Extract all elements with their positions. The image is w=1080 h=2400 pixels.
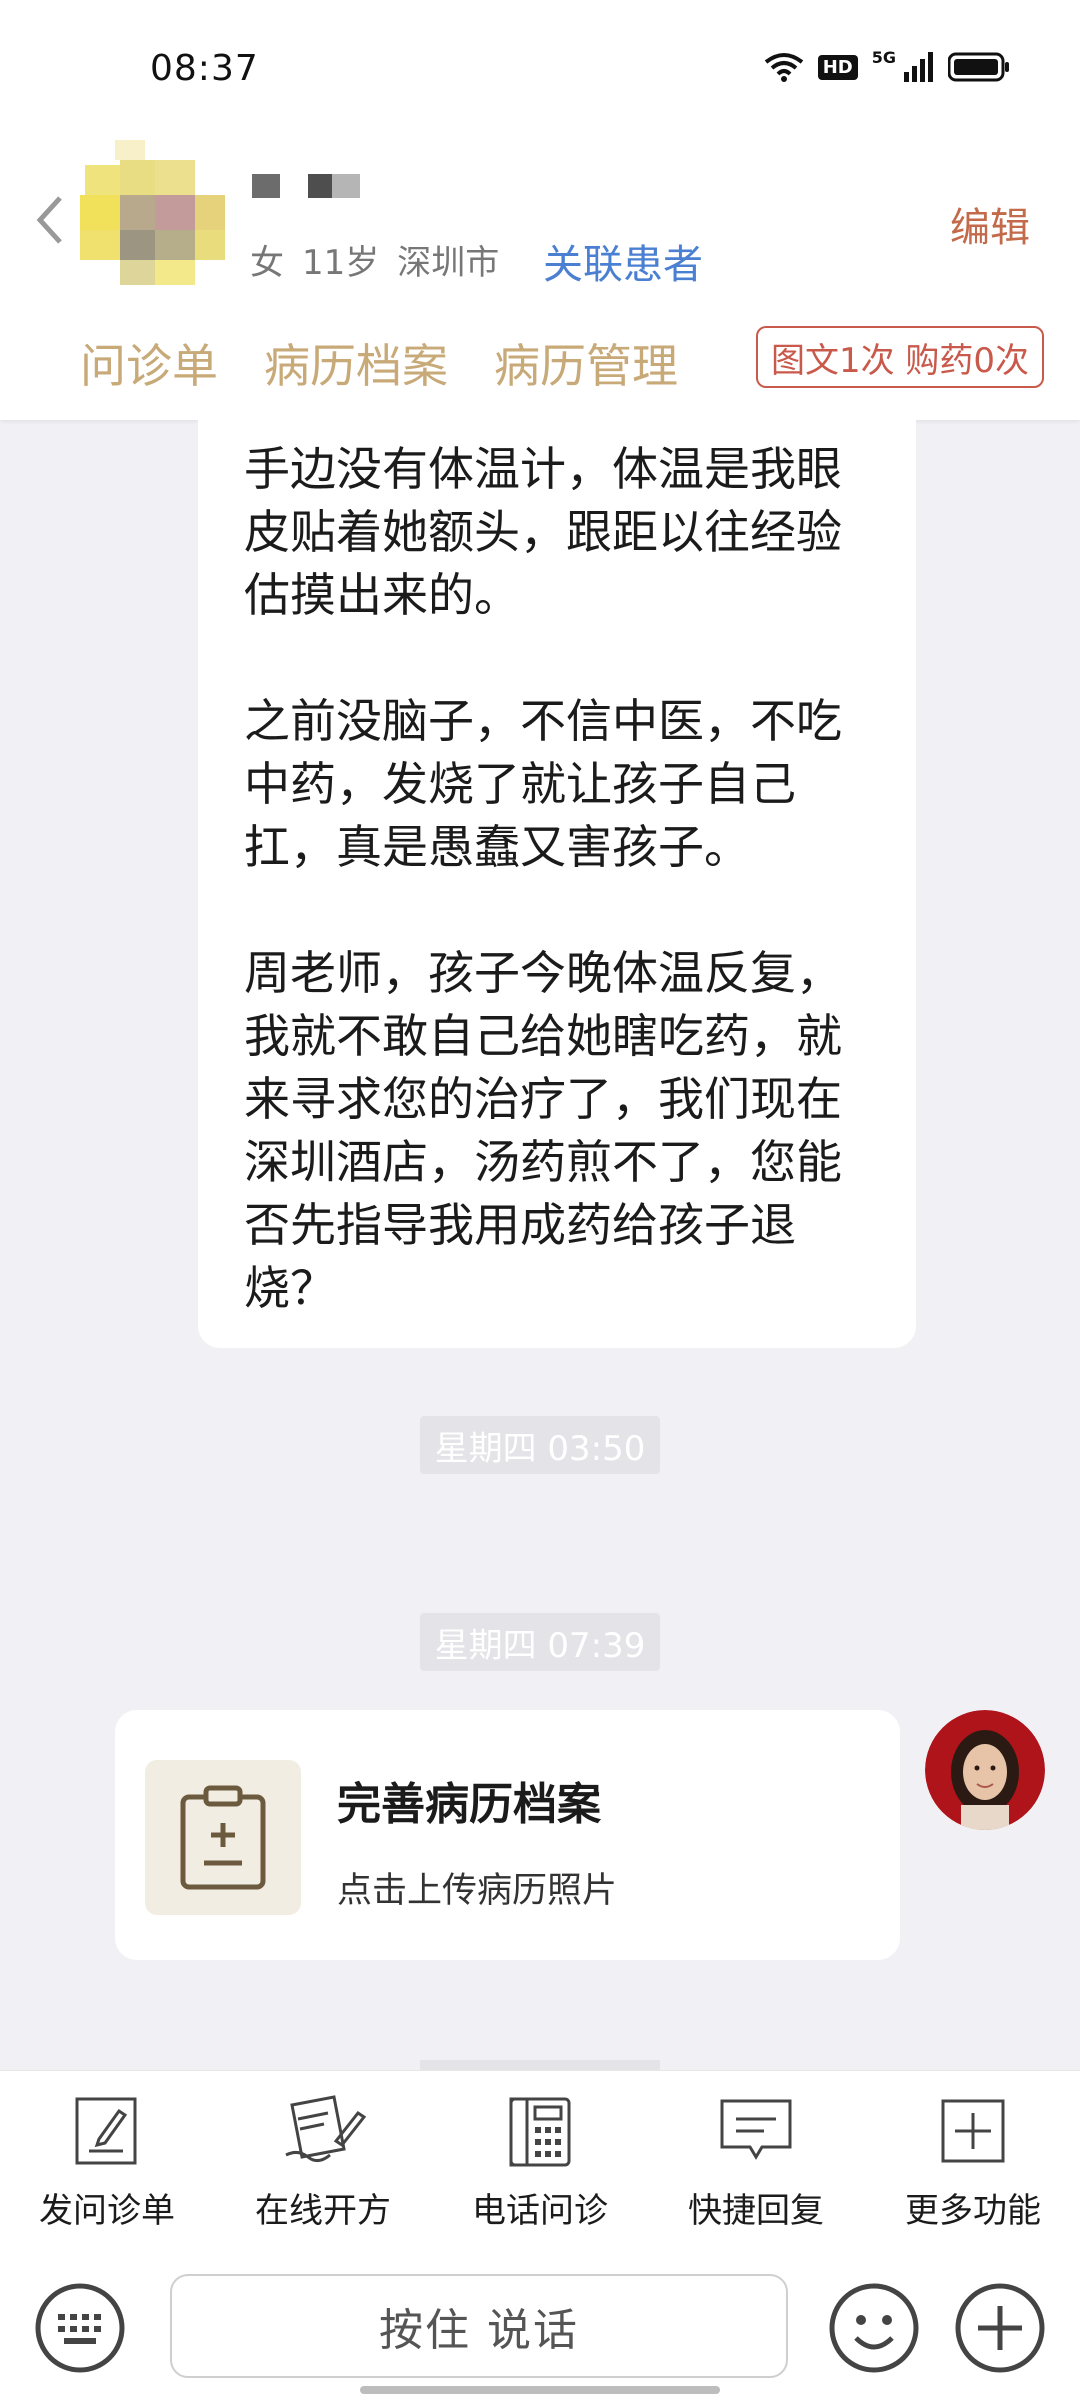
header-tabs: 问诊单 病历档案 病历管理 bbox=[80, 330, 678, 396]
form-pen-icon bbox=[75, 2097, 137, 2165]
tab-medical-records[interactable]: 病历档案 bbox=[264, 330, 448, 396]
message-paragraph: 之前没脑子，不信中医，不吃中药，发烧了就让孩子自己扛，真是愚蠢又害孩子。 bbox=[244, 694, 842, 874]
wifi-icon bbox=[764, 53, 803, 82]
keyboard-icon[interactable] bbox=[34, 2282, 126, 2374]
tool-label: 更多功能 bbox=[905, 2191, 1041, 2231]
card-icon-wrap bbox=[145, 1760, 301, 1915]
patient-name bbox=[252, 174, 360, 198]
network-type: 5G bbox=[871, 47, 896, 67]
card-subtitle: 点击上传病历照片 bbox=[337, 1871, 618, 1911]
patient-meta: 女 11岁 深圳市 bbox=[250, 235, 517, 284]
patient-gender: 女 bbox=[250, 243, 284, 283]
patient-age: 11岁 bbox=[302, 243, 380, 283]
patient-city: 深圳市 bbox=[397, 243, 500, 283]
status-time: 08:37 bbox=[150, 48, 259, 89]
message-paragraph: 周老师，孩子今晚体温反复，我就不敢自己给她瞎吃药，就来寻求您的治疗了，我们现在深… bbox=[244, 946, 842, 1315]
usage-badge[interactable]: 图文1次 购药0次 bbox=[756, 326, 1044, 388]
tool-label: 电话问诊 bbox=[472, 2191, 608, 2231]
phone-consultation-button[interactable]: 电话问诊 bbox=[460, 2093, 620, 2232]
edit-button[interactable]: 编辑 bbox=[950, 195, 1030, 253]
chat-header: 女 11岁 深圳市 关联患者 编辑 问诊单 病历档案 病历管理 图文1次 购药0次 bbox=[0, 140, 1080, 420]
signal-icon bbox=[904, 52, 933, 82]
quick-reply-icon bbox=[720, 2099, 792, 2160]
tab-consultation-form[interactable]: 问诊单 bbox=[80, 330, 218, 396]
quick-reply-button[interactable]: 快捷回复 bbox=[676, 2093, 836, 2232]
tool-label: 发问诊单 bbox=[39, 2191, 175, 2231]
clipboard-plus-icon bbox=[180, 1785, 266, 1890]
card-title: 完善病历档案 bbox=[337, 1779, 601, 1830]
tab-record-management[interactable]: 病历管理 bbox=[494, 330, 678, 396]
doctor-avatar[interactable] bbox=[925, 1710, 1045, 1830]
link-patient-button[interactable]: 关联患者 bbox=[543, 232, 703, 290]
input-bar: 按住 说话 bbox=[0, 2250, 1080, 2400]
more-plus-icon bbox=[941, 2099, 1005, 2163]
patient-avatar[interactable] bbox=[80, 140, 230, 285]
prescription-icon bbox=[285, 2095, 367, 2162]
timestamp-chip: 星期四 07:39 bbox=[420, 1613, 660, 1671]
back-icon[interactable] bbox=[30, 190, 70, 250]
tool-label: 快捷回复 bbox=[688, 2191, 824, 2231]
timestamp-chip: 星期四 03:50 bbox=[420, 1416, 660, 1474]
message-paragraph: 手边没有体温计，体温是我眼皮贴着她额头，跟距以往经验估摸出来的。 bbox=[244, 442, 842, 622]
hold-to-talk-button[interactable]: 按住 说话 bbox=[170, 2274, 788, 2378]
status-bar: 08:37 HD 5G bbox=[0, 0, 1080, 140]
emoji-icon[interactable] bbox=[828, 2282, 920, 2374]
function-toolbar: 发问诊单 在线开方 电话问诊 快捷回复 更多功能 bbox=[0, 2070, 1080, 2252]
home-indicator[interactable] bbox=[360, 2386, 720, 2394]
hd-badge: HD bbox=[817, 54, 858, 80]
complete-records-card[interactable]: 完善病历档案 点击上传病历照片 bbox=[115, 1710, 900, 1960]
online-prescription-button[interactable]: 在线开方 bbox=[243, 2093, 403, 2232]
plus-icon[interactable] bbox=[954, 2282, 1046, 2374]
status-icons: HD 5G bbox=[764, 48, 1010, 82]
battery-icon bbox=[948, 52, 1009, 82]
tool-label: 在线开方 bbox=[255, 2191, 391, 2231]
patient-message-bubble[interactable]: 手边没有体温计，体温是我眼皮贴着她额头，跟距以往经验估摸出来的。 之前没脑子，不… bbox=[198, 420, 916, 1348]
phone-icon bbox=[509, 2097, 571, 2167]
send-consultation-form-button[interactable]: 发问诊单 bbox=[27, 2093, 187, 2232]
more-functions-button[interactable]: 更多功能 bbox=[893, 2093, 1053, 2232]
